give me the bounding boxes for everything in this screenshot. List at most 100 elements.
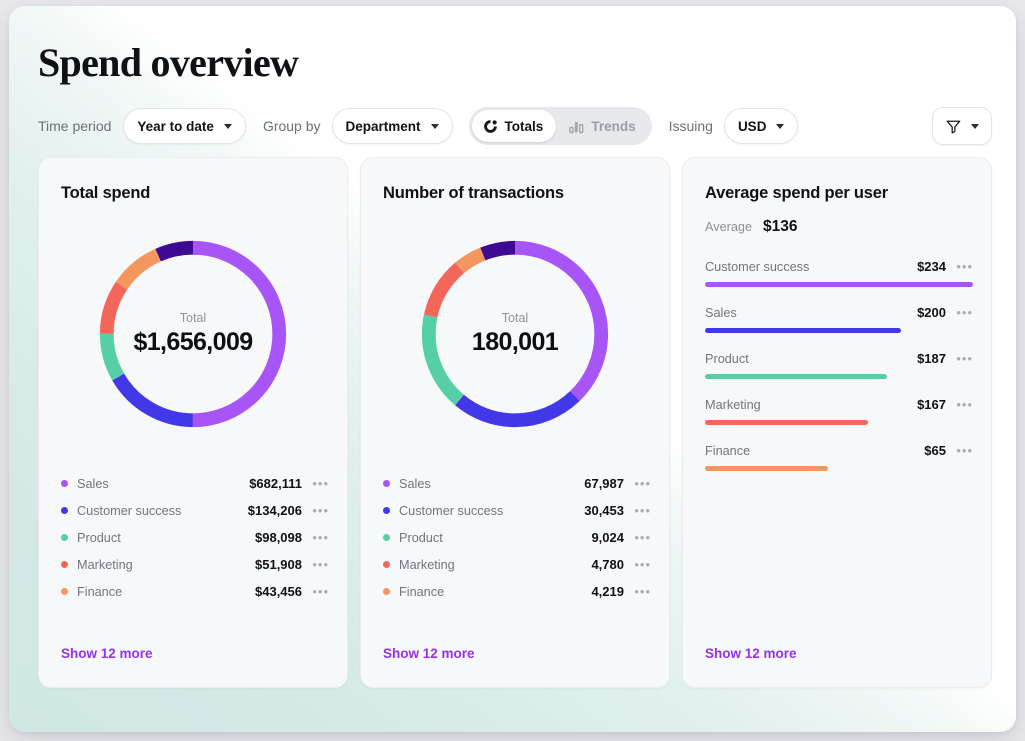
legend-row[interactable]: Marketing $51,908 ••• [61,551,329,578]
row-more-options-icon[interactable]: ••• [633,561,651,569]
bar-value: $167 [917,397,946,412]
bar-label: Marketing [705,398,908,412]
donut: Total $1,656,009 [95,236,291,432]
app-window: Spend overview Time period Year to date … [9,6,1016,732]
tab-trends[interactable]: Trends [558,110,648,142]
legend-label: Finance [77,585,246,599]
bar-value: $200 [917,305,946,320]
show-more-link[interactable]: Show 12 more [383,646,475,661]
row-more-options-icon[interactable]: ••• [955,263,973,271]
time-period-label: Time period [38,118,111,134]
bar-label: Finance [705,444,915,458]
row-more-options-icon[interactable]: ••• [311,561,329,569]
row-more-options-icon[interactable]: ••• [311,534,329,542]
legend-value: 4,780 [591,557,624,572]
time-period-dropdown[interactable]: Year to date [123,108,246,144]
tab-totals-label: Totals [505,119,544,134]
legend-row[interactable]: Finance 4,219 ••• [383,578,651,605]
bar-row[interactable]: Marketing $167 ••• [705,397,973,425]
row-more-options-icon[interactable]: ••• [633,534,651,542]
card-number-of-transactions: Number of transactions Total [360,157,670,688]
legend-row[interactable]: Sales $682,111 ••• [61,470,329,497]
donut-chart-transactions: Total 180,001 [361,236,669,432]
legend-label: Sales [77,477,240,491]
bar-row[interactable]: Customer success $234 ••• [705,259,973,287]
row-more-options-icon[interactable]: ••• [955,309,973,317]
cards-row: Total spend Total [38,157,992,688]
row-more-options-icon[interactable]: ••• [633,480,651,488]
bar-label: Product [705,352,908,366]
chevron-down-icon [224,124,232,129]
donut-center-label: Total [180,311,206,325]
row-more-options-icon[interactable]: ••• [955,355,973,363]
legend-value: $43,456 [255,584,302,599]
legend-transactions: Sales 67,987 ••• Customer success 30,453… [383,470,651,605]
legend-label: Marketing [399,558,582,572]
row-more-options-icon[interactable]: ••• [311,588,329,596]
bar-row[interactable]: Finance $65 ••• [705,443,973,471]
legend-row[interactable]: Product 9,024 ••• [383,524,651,551]
legend-color-dot [61,507,68,514]
row-more-options-icon[interactable]: ••• [311,480,329,488]
legend-row[interactable]: Customer success 30,453 ••• [383,497,651,524]
legend-row[interactable]: Finance $43,456 ••• [61,578,329,605]
row-more-options-icon[interactable]: ••• [633,588,651,596]
donut-chart-total-spend: Total $1,656,009 [39,236,347,432]
bar-header: Finance $65 ••• [705,443,973,458]
currency-dropdown[interactable]: USD [724,108,799,144]
tab-trends-label: Trends [591,119,635,134]
chevron-down-icon [431,124,439,129]
legend-label: Customer success [77,504,239,518]
page-title: Spend overview [38,39,298,86]
legend-value: $682,111 [249,476,302,491]
bar-row[interactable]: Product $187 ••• [705,351,973,379]
row-more-options-icon[interactable]: ••• [955,447,973,455]
chevron-down-icon [971,124,979,129]
bar-value: $65 [924,443,946,458]
average-value: $136 [763,218,797,236]
bar-header: Customer success $234 ••• [705,259,973,274]
chevron-down-icon [776,124,784,129]
legend-color-dot [61,588,68,595]
bar-track [705,374,973,379]
row-more-options-icon[interactable]: ••• [955,401,973,409]
bar-chart-average-spend: Customer success $234 ••• Sales $200 ••• [705,259,973,489]
card-total-spend: Total spend Total [38,157,348,688]
legend-color-dot [61,480,68,487]
currency-value: USD [738,119,767,134]
legend-label: Product [399,531,582,545]
average-label: Average [705,220,752,234]
show-more-link[interactable]: Show 12 more [61,646,153,661]
tab-totals[interactable]: Totals [472,110,557,142]
legend-label: Sales [399,477,575,491]
legend-row[interactable]: Sales 67,987 ••• [383,470,651,497]
legend-value: 67,987 [584,476,624,491]
bar-fill [705,420,868,425]
average-summary: Average $136 [705,218,798,236]
legend-row[interactable]: Customer success $134,206 ••• [61,497,329,524]
bar-fill [705,328,901,333]
bar-fill [705,374,887,379]
legend-color-dot [383,588,390,595]
funnel-icon [945,118,962,135]
group-by-value: Department [346,119,421,134]
legend-color-dot [61,561,68,568]
legend-value: $51,908 [255,557,302,572]
issuing-label: Issuing [669,118,713,134]
filter-button[interactable] [932,107,992,145]
row-more-options-icon[interactable]: ••• [633,507,651,515]
bar-track [705,466,973,471]
legend-value: $98,098 [255,530,302,545]
bar-track [705,420,973,425]
legend-row[interactable]: Marketing 4,780 ••• [383,551,651,578]
legend-row[interactable]: Product $98,098 ••• [61,524,329,551]
show-more-link[interactable]: Show 12 more [705,646,797,661]
group-by-dropdown[interactable]: Department [332,108,453,144]
bar-row[interactable]: Sales $200 ••• [705,305,973,333]
bar-fill [705,282,973,287]
legend-color-dot [383,480,390,487]
bar-label: Sales [705,306,908,320]
donut-center: Total $1,656,009 [95,236,291,432]
row-more-options-icon[interactable]: ••• [311,507,329,515]
bar-header: Sales $200 ••• [705,305,973,320]
